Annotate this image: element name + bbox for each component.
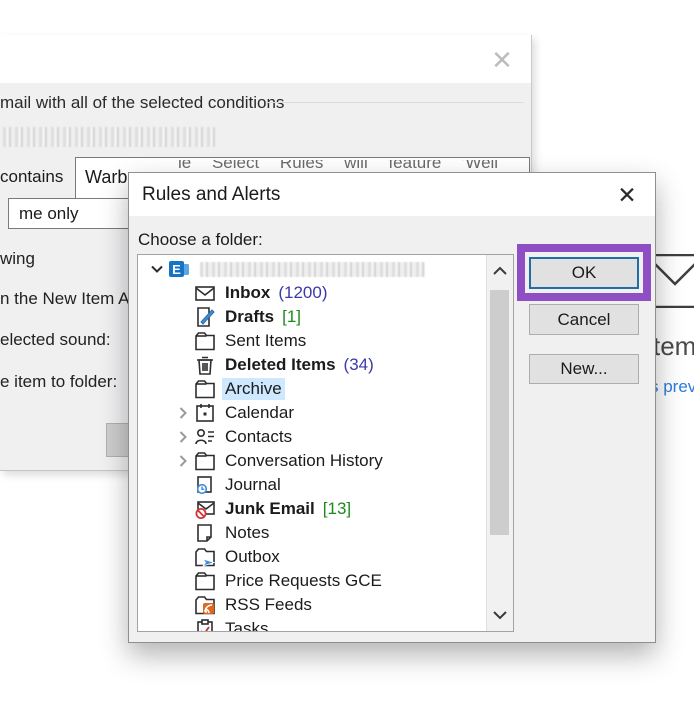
tree-item-outbox[interactable]: Outbox: [138, 545, 487, 569]
redacted-text: [3, 127, 215, 147]
ok-button[interactable]: OK: [529, 257, 639, 289]
cancel-button[interactable]: Cancel: [529, 304, 639, 335]
folder-label: Tasks: [225, 619, 269, 632]
folder-label: Contacts: [225, 427, 293, 446]
tree-item-deleted-items[interactable]: Deleted Items (34): [138, 353, 487, 377]
drafts-icon: [194, 306, 216, 328]
unread-count: [1]: [282, 307, 302, 326]
folder-label: RSS Feeds: [225, 595, 312, 614]
outbox-icon: [194, 546, 216, 568]
folder-icon: [194, 378, 216, 400]
unread-count: [13]: [322, 499, 352, 518]
folder-label: Sent Items: [225, 331, 307, 350]
tree-item-journal[interactable]: Journal: [138, 473, 487, 497]
new-button[interactable]: New...: [529, 354, 639, 384]
scroll-down-icon[interactable]: [487, 601, 513, 629]
tree-item-junk-email[interactable]: Junk Email [13]: [138, 497, 487, 521]
background-heading-fragment: tem: [653, 331, 694, 361]
calendar-icon: [194, 402, 216, 424]
tree-item-notes[interactable]: Notes: [138, 521, 487, 545]
folder-label: Calendar: [225, 403, 294, 422]
folder-icon: [194, 450, 216, 472]
condition-group-caption: mail with all of the selected conditions: [0, 93, 285, 112]
folder-label: Journal: [225, 475, 281, 494]
redacted-account-name: [200, 261, 425, 277]
group-box-line: [266, 102, 524, 103]
background-dialog-titlebar: [0, 35, 531, 83]
note-icon: [194, 522, 216, 544]
chevron-right-icon[interactable]: [172, 426, 194, 448]
folder-label: Inbox: [225, 283, 271, 302]
background-link-fragment[interactable]: s prev: [650, 377, 694, 397]
folder-icon: [194, 330, 216, 352]
chevron-down-icon[interactable]: [146, 258, 168, 280]
tree-item-conversation-history[interactable]: Conversation History: [138, 449, 487, 473]
folder-label: Notes: [225, 523, 270, 542]
folder-tree: E Inbox (1200) Drafts [1] Sent Items Deleted I…: [137, 254, 514, 632]
tree-item-drafts[interactable]: Drafts [1]: [138, 305, 487, 329]
label-new-item-alert-fragment: n the New Item Al: [0, 289, 134, 308]
contacts-icon: [194, 426, 216, 448]
tree-item-price-requests-gce[interactable]: Price Requests GCE: [138, 569, 487, 593]
inbox-icon: [194, 282, 216, 304]
folder-label: Price Requests GCE: [225, 571, 382, 590]
scrollbar-thumb[interactable]: [490, 290, 509, 535]
choose-folder-label: Choose a folder:: [138, 230, 263, 249]
tree-root-account[interactable]: E: [138, 257, 487, 281]
folder-label: Outbox: [225, 547, 280, 566]
svg-text:E: E: [172, 262, 181, 277]
tree-item-inbox[interactable]: Inbox (1200): [138, 281, 487, 305]
rules-and-alerts-dialog: Rules and Alerts ✕ Choose a folder: E Inb…: [128, 172, 656, 643]
folder-label: Conversation History: [225, 451, 383, 470]
tree-item-contacts[interactable]: Contacts: [138, 425, 487, 449]
scroll-up-icon[interactable]: [487, 257, 513, 285]
tree-item-sent-items[interactable]: Sent Items: [138, 329, 487, 353]
tree-item-rss-feeds[interactable]: RSS Feeds: [138, 593, 487, 617]
trash-icon: [194, 354, 216, 376]
close-icon[interactable]: ✕: [611, 180, 643, 210]
dialog-title: Rules and Alerts: [142, 184, 281, 205]
journal-icon: [194, 474, 216, 496]
unread-count: (34): [343, 355, 374, 374]
folder-label: Drafts: [225, 307, 275, 326]
tree-item-tasks[interactable]: Tasks: [138, 617, 487, 632]
scrollbar[interactable]: [486, 255, 513, 631]
label-play-sound-fragment: elected sound:: [0, 330, 111, 349]
unread-count: (1200): [278, 283, 328, 302]
folder-icon: [194, 570, 216, 592]
tree-item-calendar[interactable]: Calendar: [138, 401, 487, 425]
tasks-icon: [194, 618, 216, 631]
chevron-right-icon[interactable]: [172, 450, 194, 472]
folder-label: Deleted Items: [225, 355, 336, 374]
tree-item-archive[interactable]: Archive: [138, 377, 487, 401]
folder-label: Junk Email: [225, 499, 315, 518]
rss-icon: [194, 594, 216, 616]
folder-label: Archive: [222, 378, 285, 400]
background-close-icon[interactable]: ✕: [487, 45, 517, 75]
exchange-icon: E: [168, 258, 190, 280]
contains-label: contains: [0, 167, 64, 186]
chevron-right-icon[interactable]: [172, 402, 194, 424]
clipped-text-fragment: le Select Rules will feature 'Well: [178, 160, 499, 172]
label-move-to-folder-fragment: e item to folder:: [0, 372, 118, 391]
junk-icon: [194, 498, 216, 520]
label-following-fragment: wing: [0, 249, 35, 268]
